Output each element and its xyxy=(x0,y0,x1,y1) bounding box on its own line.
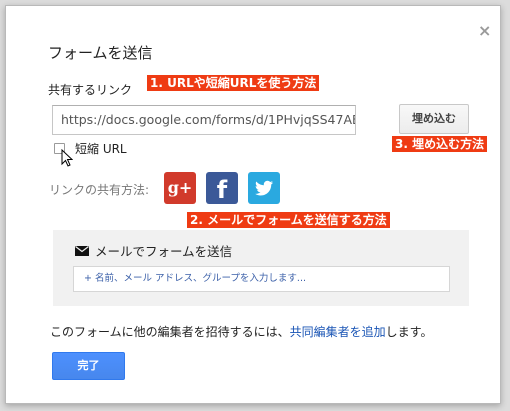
send-form-dialog: フォームを送信 × 共有するリンク https://docs.google.co… xyxy=(5,5,501,404)
shorten-url-label: 短縮 URL xyxy=(75,141,127,156)
email-section-title-text: メールでフォームを送信 xyxy=(95,244,233,259)
google-plus-icon[interactable]: g+ xyxy=(164,172,196,204)
annotation-url-method: 1. URLや短縮URLを使う方法 xyxy=(147,75,320,91)
share-url-field[interactable]: https://docs.google.com/forms/d/1PHvjqSS… xyxy=(52,105,356,135)
invite-collaborators-text: このフォームに他の編集者を招待するには、共同編集者を追加します。 xyxy=(50,323,432,340)
done-button[interactable]: 完了 xyxy=(52,352,125,380)
annotation-email-method: 2. メールでフォームを送信する方法 xyxy=(187,212,390,228)
add-collaborators-link[interactable]: 共同編集者を追加 xyxy=(290,325,386,339)
recipients-input[interactable]: + 名前、メール アドレス、グループを入力します... xyxy=(73,266,450,292)
envelope-icon xyxy=(75,245,89,256)
twitter-icon[interactable] xyxy=(248,172,280,204)
email-section-title: メールでフォームを送信 xyxy=(75,241,232,260)
annotation-embed-method: 3. 埋め込む方法 xyxy=(392,136,488,152)
close-icon[interactable]: × xyxy=(478,21,491,40)
mouse-pointer-icon xyxy=(61,149,73,167)
share-link-label: 共有するリンク xyxy=(48,83,133,97)
email-panel: メールでフォームを送信 + 名前、メール アドレス、グループを入力します... xyxy=(53,230,469,306)
invite-suffix: します。 xyxy=(385,325,433,339)
dialog-title: フォームを送信 xyxy=(48,44,153,62)
facebook-icon[interactable]: f xyxy=(206,172,238,204)
share-method-label: リンクの共有方法: xyxy=(49,183,150,197)
embed-button[interactable]: 埋め込む xyxy=(399,104,469,134)
invite-prefix: このフォームに他の編集者を招待するには、 xyxy=(50,325,290,339)
twitter-bird-icon xyxy=(255,180,274,196)
